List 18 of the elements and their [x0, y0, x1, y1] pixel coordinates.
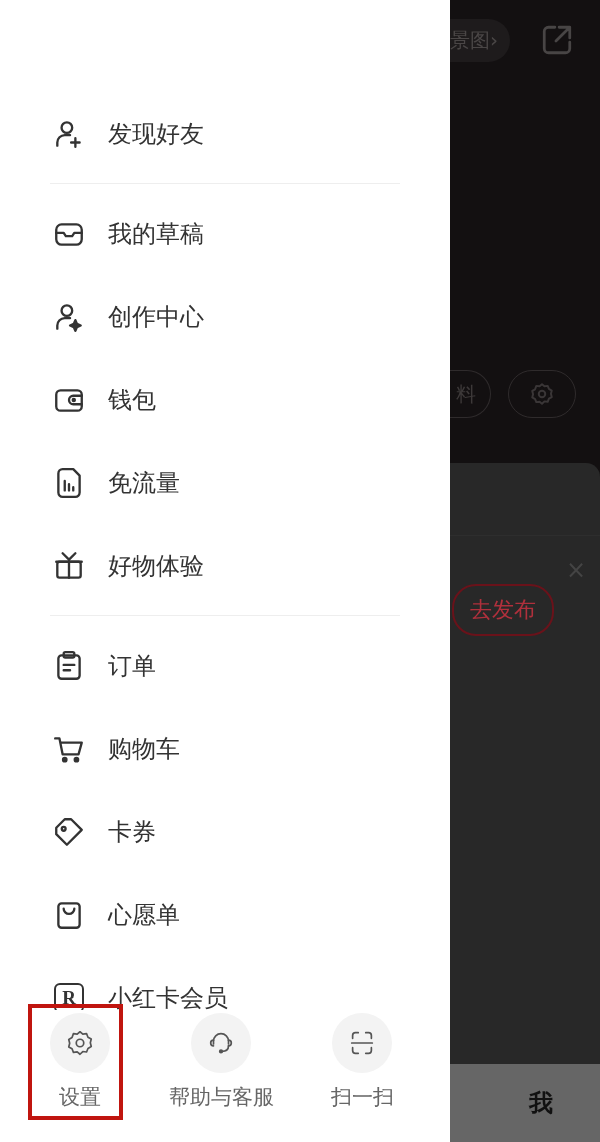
menu-item[interactable]: 创作中心 [108, 300, 204, 333]
close-mark: × [565, 558, 586, 582]
action-label[interactable]: 设置 [59, 1085, 101, 1109]
settings-icon [65, 1028, 95, 1058]
menu-item[interactable]: 发现好友 [108, 117, 204, 150]
menu-item[interactable]: 钱包 [108, 383, 156, 416]
share-icon [540, 23, 574, 57]
menu-item[interactable]: 好物体验 [108, 549, 204, 582]
menu-item[interactable]: 购物车 [108, 732, 180, 765]
action-label[interactable]: 帮助与客服 [168, 1085, 274, 1109]
action-label[interactable]: 扫一扫 [330, 1085, 394, 1109]
menu-item[interactable]: 免流量 [108, 466, 180, 499]
menu-item[interactable]: 卡券 [108, 815, 156, 848]
tab-item: 我 [450, 1064, 600, 1142]
menu-item[interactable]: 心愿单 [108, 898, 180, 931]
settings-icon [529, 381, 555, 407]
menu-item[interactable]: 我的草稿 [108, 217, 204, 250]
menu-item[interactable]: 订单 [108, 649, 156, 682]
